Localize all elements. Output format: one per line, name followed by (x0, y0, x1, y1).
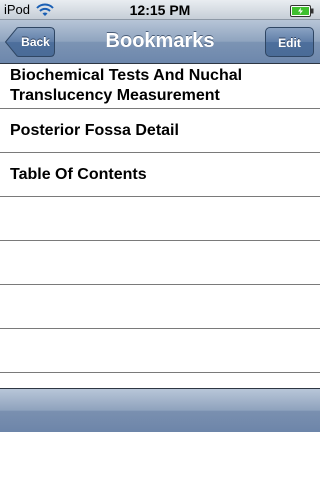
list-item-label: Posterior Fossa Detail (10, 121, 179, 139)
status-time: 12:15 PM (129, 2, 191, 18)
empty-row (0, 285, 320, 329)
empty-row (0, 373, 320, 388)
battery-charging-icon (290, 4, 314, 17)
bottom-toolbar (0, 388, 320, 432)
back-button[interactable]: Back (5, 27, 55, 57)
empty-row (0, 241, 320, 285)
navigation-bar: Back Bookmarks Edit (0, 20, 320, 64)
empty-row (0, 329, 320, 373)
list-item[interactable]: Posterior Fossa Detail (0, 109, 320, 153)
edit-button[interactable]: Edit (265, 27, 314, 57)
list-item[interactable]: Biochemical Tests And Nuchal Translucenc… (0, 64, 320, 109)
list-item[interactable]: Table Of Contents (0, 153, 320, 197)
blank-area (0, 432, 320, 480)
page-title: Bookmarks (105, 30, 215, 52)
list-item-label: Table Of Contents (10, 165, 147, 183)
back-button-label: Back (21, 35, 50, 49)
list-item-label: Biochemical Tests And Nuchal Translucenc… (10, 67, 243, 104)
empty-row (0, 197, 320, 241)
status-bar: iPod 12:15 PM (0, 0, 320, 20)
bookmark-list: Biochemical Tests And Nuchal Translucenc… (0, 64, 320, 388)
